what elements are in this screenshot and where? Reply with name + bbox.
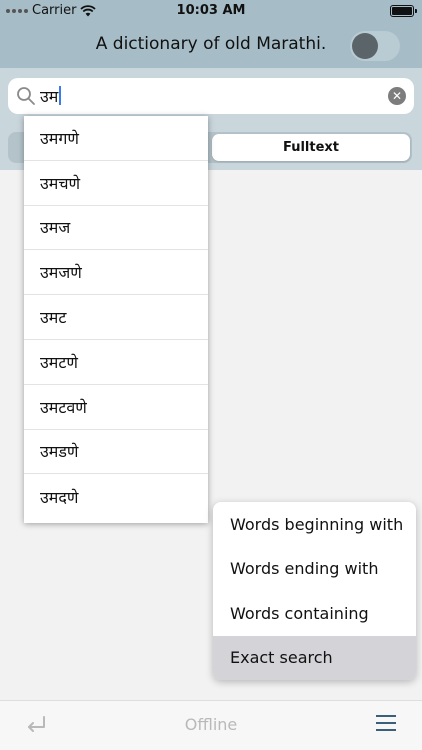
clear-icon[interactable]: ✕ bbox=[388, 87, 406, 105]
suggestion-item[interactable]: उमजणे bbox=[24, 250, 208, 296]
suggestion-item[interactable]: उमटवणे bbox=[24, 385, 208, 430]
segment-fulltext[interactable]: Fulltext bbox=[212, 134, 410, 161]
suggestion-item[interactable]: उमटणे bbox=[24, 340, 208, 385]
status-time: 10:03 AM bbox=[176, 3, 246, 18]
suggestion-item[interactable]: उमगणे bbox=[24, 116, 208, 161]
suggestion-item[interactable]: उमचणे bbox=[24, 161, 208, 206]
suggestion-item[interactable]: उमज bbox=[24, 206, 208, 251]
suggestion-item[interactable]: उमट bbox=[24, 295, 208, 340]
search-type-menu: Words beginning with Words ending with W… bbox=[213, 502, 416, 680]
menu-item-words-containing[interactable]: Words containing bbox=[213, 591, 416, 636]
search-input[interactable]: उम ✕ bbox=[8, 78, 414, 114]
menu-item-words-ending-with[interactable]: Words ending with bbox=[213, 547, 416, 592]
status-bar: Carrier 10:03 AM bbox=[0, 0, 422, 22]
toggle-knob bbox=[352, 33, 378, 59]
menu-item-words-beginning-with[interactable]: Words beginning with bbox=[213, 502, 416, 547]
text-caret bbox=[59, 86, 61, 105]
header-toggle-switch[interactable] bbox=[350, 31, 400, 61]
menu-item-exact-search[interactable]: Exact search bbox=[213, 635, 416, 680]
search-icon bbox=[17, 87, 35, 105]
autocomplete-suggestions: उमगणे उमचणे उमज उमजणे उमट उमटणे उमटवणे उ… bbox=[24, 116, 208, 523]
hamburger-menu-icon[interactable] bbox=[376, 715, 396, 731]
battery-icon bbox=[390, 5, 417, 17]
bottom-toolbar: Offline bbox=[0, 700, 422, 750]
suggestion-item[interactable]: उमदणे bbox=[24, 474, 208, 519]
suggestion-item[interactable]: उमडणे bbox=[24, 430, 208, 475]
search-input-value: उम bbox=[40, 85, 61, 107]
connection-status: Offline bbox=[184, 715, 238, 734]
app-header: A dictionary of old Marathi. bbox=[0, 22, 422, 68]
